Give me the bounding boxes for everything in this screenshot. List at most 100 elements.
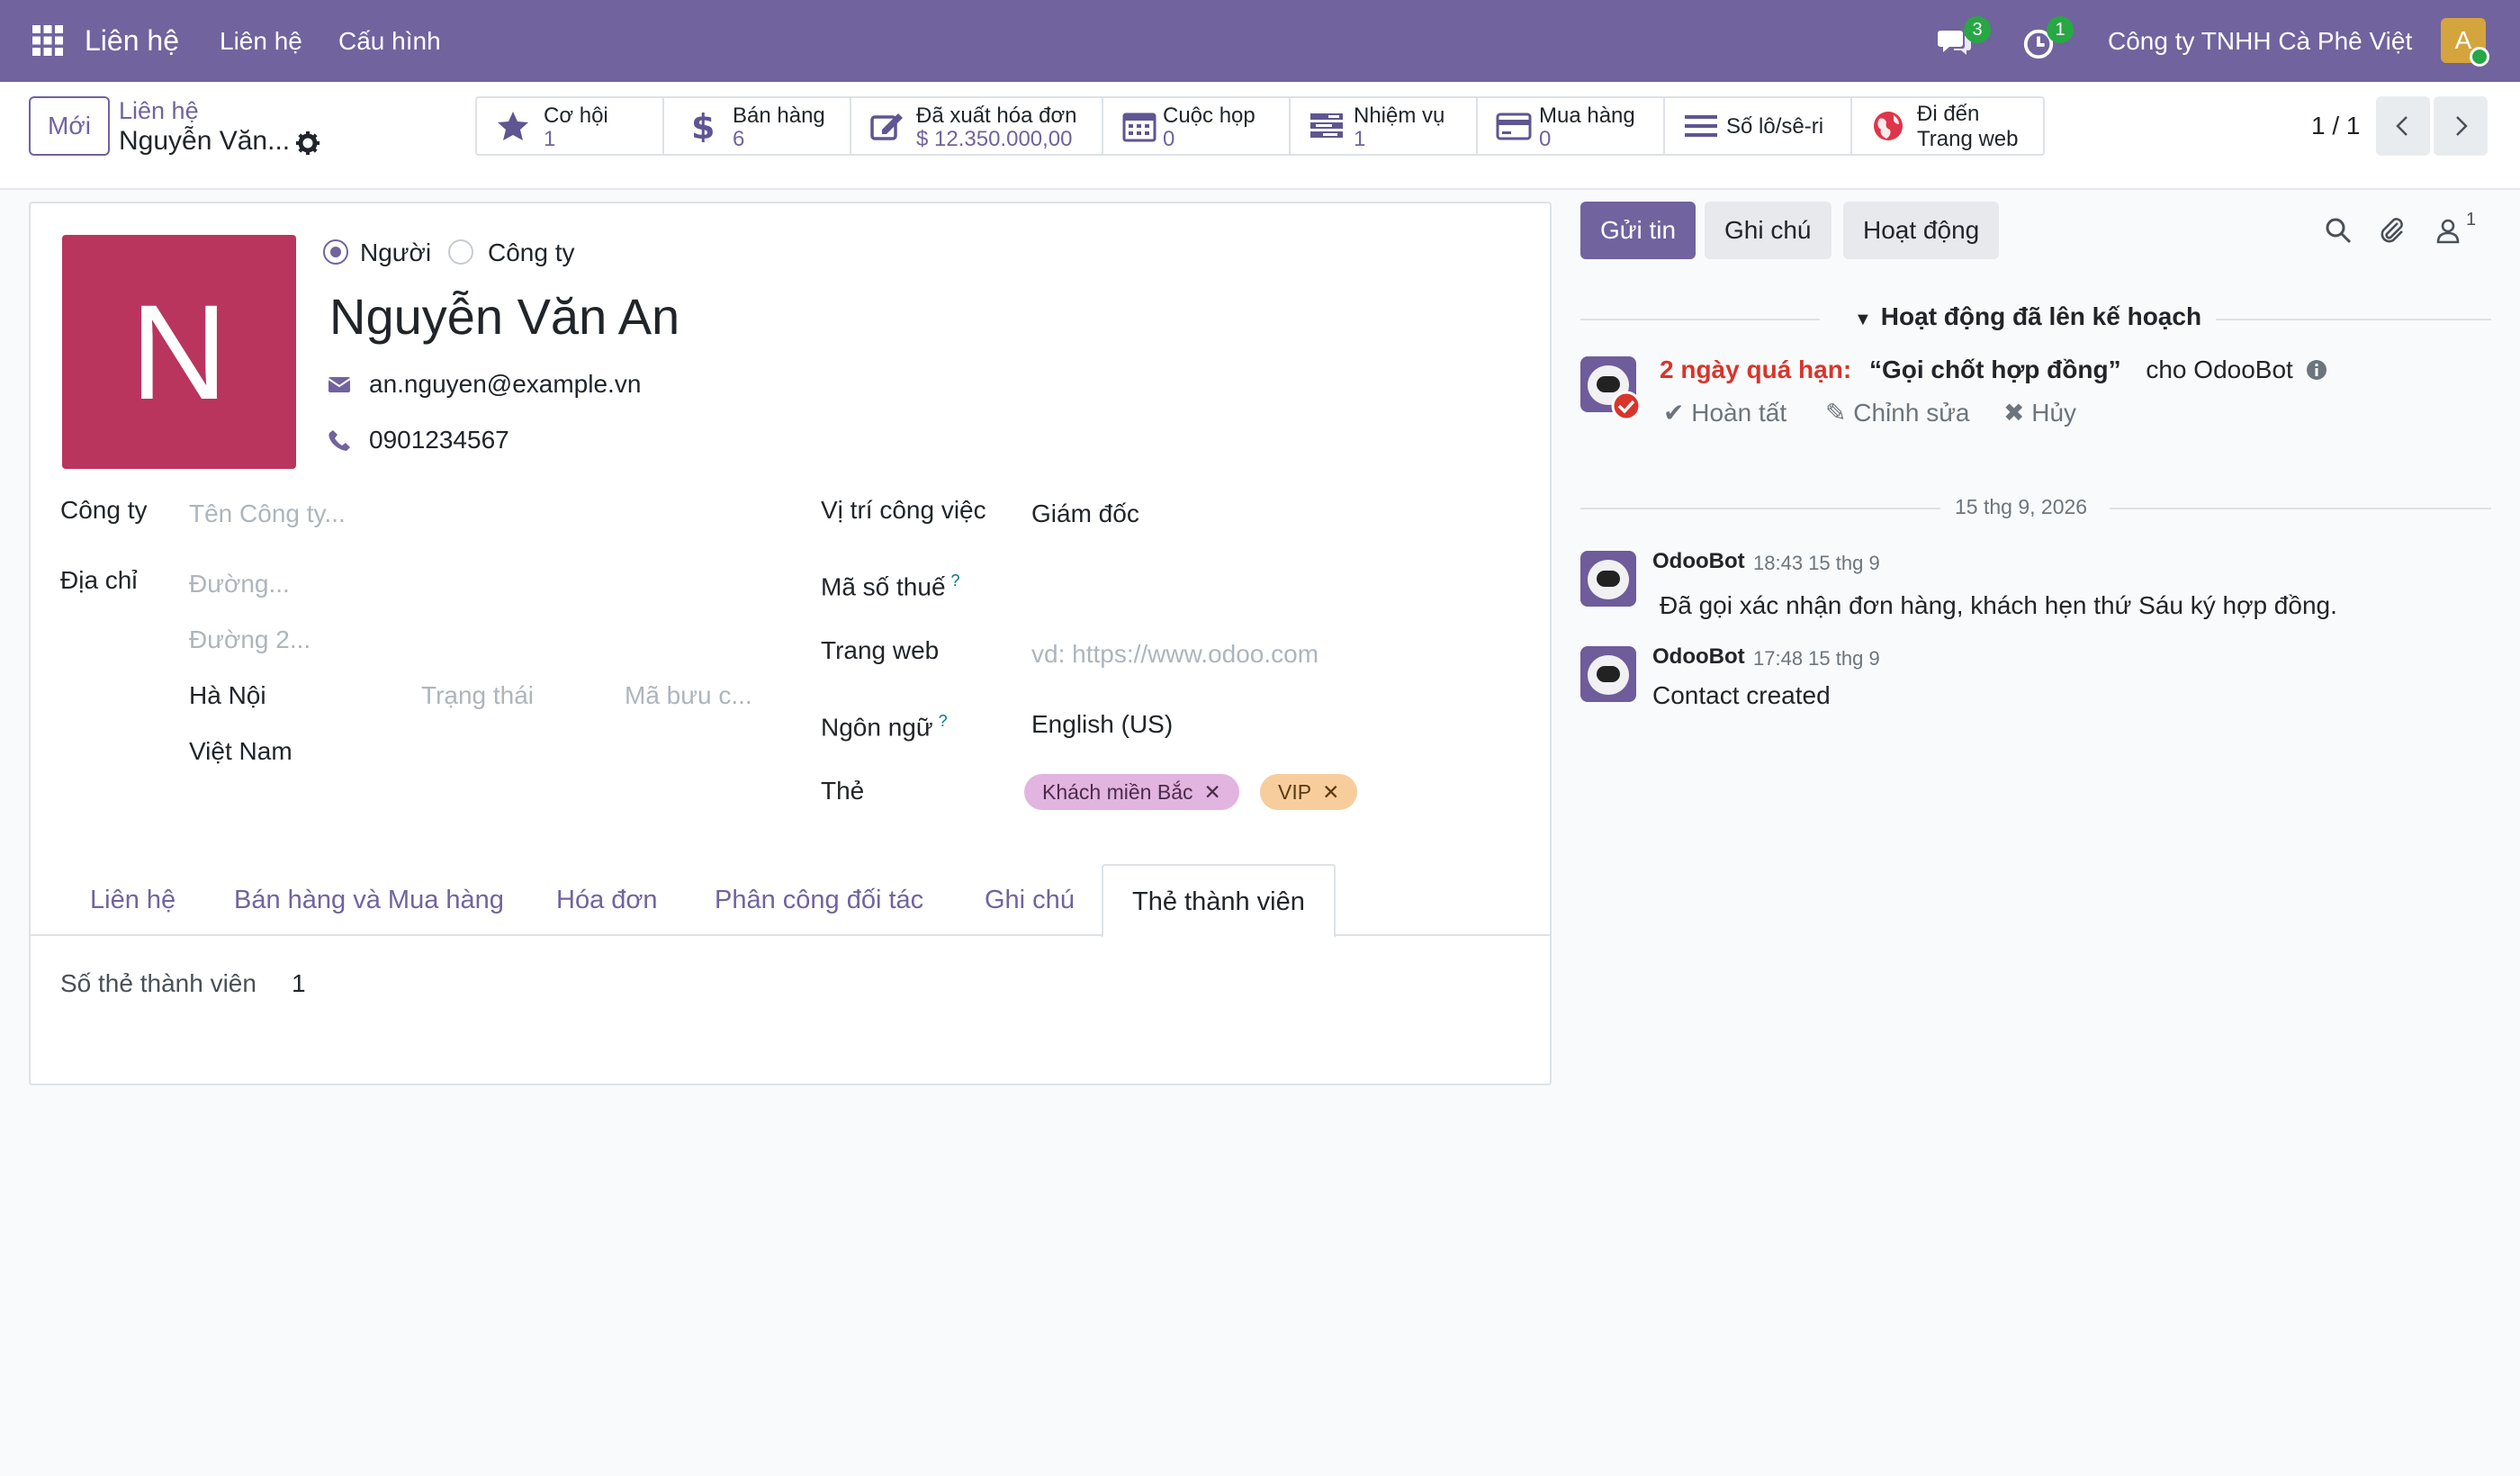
search-icon[interactable] (2324, 216, 2353, 245)
envelope-icon (328, 377, 351, 392)
tab-hoa-don[interactable]: Hóa đơn (556, 882, 658, 918)
zip-input[interactable]: Mã bưu c... (625, 680, 752, 711)
top-navbar: Liên hệ Liên hệ Cấu hình 3 1 Công ty TNH… (0, 0, 2520, 82)
message-body: Contact created (1652, 681, 1831, 709)
chat-button[interactable]: 3 (1937, 16, 1991, 61)
tab-lien-he[interactable]: Liên hệ (90, 882, 176, 918)
company-switcher[interactable]: Công ty TNHH Cà Phê Việt (2108, 26, 2412, 57)
menu-cau-hinh[interactable]: Cấu hình (338, 26, 441, 57)
language-label: Ngôn ngữ? (821, 712, 948, 742)
message-body: Đã gọi xác nhận đơn hàng, khách hẹn thứ … (1660, 591, 2337, 619)
smart-button-invoiced[interactable]: Đã xuất hóa đơn $ 12.350.000,00 (851, 98, 1103, 154)
pencil-icon: ✎ (1825, 399, 1847, 427)
job-position-input[interactable]: Giám đốc (1031, 499, 1139, 529)
tag-vip[interactable]: VIP ✕ (1260, 774, 1358, 810)
activity-assignee: cho OdooBot (2146, 356, 2293, 383)
smart-button-sales[interactable]: $ Bán hàng 6 (664, 98, 851, 154)
activity-summary: “Gọi chốt hợp đồng” (1868, 356, 2121, 383)
app-name[interactable]: Liên hệ (85, 22, 179, 58)
radio-company[interactable] (448, 239, 473, 265)
divider (1580, 508, 1940, 509)
vat-help-icon[interactable]: ? (951, 572, 960, 590)
pencil-square-icon (870, 113, 903, 140)
message-author[interactable]: OdooBot (1652, 644, 1745, 670)
street2-input[interactable]: Đường 2... (189, 625, 310, 655)
caret-down-icon: ▼ (1854, 310, 1872, 329)
dollar-icon: $ (691, 110, 715, 142)
contact-photo[interactable]: N (62, 235, 296, 469)
activity-button[interactable]: 1 (2021, 16, 2074, 61)
menu-lien-he[interactable]: Liên hệ (220, 26, 302, 57)
paperclip-icon[interactable] (2378, 216, 2407, 245)
chevron-right-icon (2456, 116, 2468, 136)
send-message-button[interactable]: Gửi tin (1580, 202, 1696, 259)
smart-button-meetings[interactable]: Cuộc họp 0 (1103, 98, 1291, 154)
smart-buttons: Cơ hội 1 $ Bán hàng 6 Đã xuất hóa đơn $ … (475, 96, 2045, 156)
activity-item: 2 ngày quá hạn: “Gọi chốt hợp đồng” cho … (1660, 355, 2327, 385)
chat-count-badge: 3 (1964, 16, 1991, 43)
contact-name-input[interactable]: Nguyễn Văn An (329, 286, 680, 347)
street-input[interactable]: Đường... (189, 569, 290, 599)
activity-done-button[interactable]: ✔ Hoàn tất (1663, 398, 1786, 428)
website-input[interactable]: vd: https://www.odoo.com (1031, 639, 1318, 670)
activity-cancel-button[interactable]: ✖ Hủy (2003, 398, 2076, 428)
smart-button-tasks[interactable]: Nhiệm vụ 1 (1291, 98, 1478, 154)
divider (1580, 319, 1820, 320)
pager-next-button[interactable] (2434, 96, 2488, 156)
tag-remove-icon[interactable]: ✕ (1322, 774, 1339, 810)
activity-edit-button[interactable]: ✎ Chỉnh sửa (1825, 398, 1970, 428)
form-sheet: N Người Công ty Nguyễn Văn An an.nguyen@… (29, 202, 1552, 1085)
country-input[interactable]: Việt Nam (189, 736, 292, 767)
message-author[interactable]: OdooBot (1652, 549, 1745, 574)
message-time: 18:43 15 thg 9 (1753, 552, 1880, 574)
calendar-icon (1122, 112, 1156, 142)
notebook-tabs: Liên hệ Bán hàng và Mua hàng Hóa đơn Phâ… (31, 864, 1550, 938)
app-grid-icon[interactable] (32, 25, 63, 56)
smart-button-website[interactable]: Đi đến Trang web (1852, 98, 2043, 154)
chatter: Gửi tin Ghi chú Hoạt động 1 ▼ Hoạt động đ… (1580, 202, 2491, 922)
tag-khach-mien-bac[interactable]: Khách miền Bắc ✕ (1024, 774, 1239, 810)
smart-button-purchases[interactable]: Mua hàng 0 (1478, 98, 1665, 154)
followers-icon[interactable] (2435, 216, 2464, 245)
activity-button[interactable]: Hoạt động (1843, 202, 2000, 259)
check-circle-icon (1611, 391, 1642, 421)
star-icon (498, 112, 528, 140)
radio-company-label: Công ty (488, 238, 575, 266)
credit-card-icon (1496, 112, 1532, 140)
followers-count: 1 (2466, 210, 2477, 230)
state-input[interactable]: Trạng thái (421, 680, 534, 711)
tag-remove-icon[interactable]: ✕ (1203, 774, 1220, 810)
control-panel: Mới Liên hệ Nguyễn Văn... Cơ hội 1 $ Bán… (0, 82, 2520, 190)
city-input[interactable]: Hà Nội (189, 680, 266, 711)
smart-button-lots[interactable]: Số lô/sê-ri (1665, 98, 1852, 154)
vat-label: Mã số thuế? (821, 572, 960, 601)
company-label: Công ty (60, 496, 148, 524)
divider (2216, 319, 2491, 320)
breadcrumb-parent[interactable]: Liên hệ (119, 96, 199, 125)
new-button[interactable]: Mới (29, 96, 110, 156)
pager-value: 1 / 1 (2311, 112, 2361, 140)
radio-person-label: Người (360, 238, 432, 266)
pager-previous-button[interactable] (2376, 96, 2430, 156)
activity-count-badge: 1 (2047, 16, 2074, 43)
date-separator: 15 thg 9, 2026 (1955, 495, 2088, 518)
smart-button-opportunities[interactable]: Cơ hội 1 (477, 98, 664, 154)
language-help-icon[interactable]: ? (939, 712, 948, 730)
tab-ghi-chu[interactable]: Ghi chú (985, 882, 1075, 918)
company-input[interactable]: Tên Công ty... (189, 499, 346, 529)
tab-the-thanh-vien[interactable]: Thẻ thành viên (1102, 864, 1336, 938)
tab-phan-cong-doi-tac[interactable]: Phân công đối tác (715, 882, 923, 918)
tab-ban-hang-mua-hang[interactable]: Bán hàng và Mua hàng (234, 882, 504, 918)
message-time: 17:48 15 thg 9 (1753, 647, 1880, 670)
gear-icon[interactable] (295, 130, 320, 156)
radio-person[interactable] (323, 239, 348, 265)
divider (2110, 508, 2491, 509)
log-note-button[interactable]: Ghi chú (1705, 202, 1832, 259)
language-select[interactable]: English (US) (1031, 709, 1173, 740)
planned-activities-toggle[interactable]: ▼ Hoạt động đã lên kế hoạch (1854, 301, 2201, 336)
chevron-left-icon (2396, 116, 2408, 136)
tasks-icon (1310, 113, 1343, 138)
membership-number-value[interactable]: 1 (292, 968, 306, 999)
website-label: Trang web (821, 636, 940, 664)
info-icon[interactable] (2306, 359, 2327, 381)
